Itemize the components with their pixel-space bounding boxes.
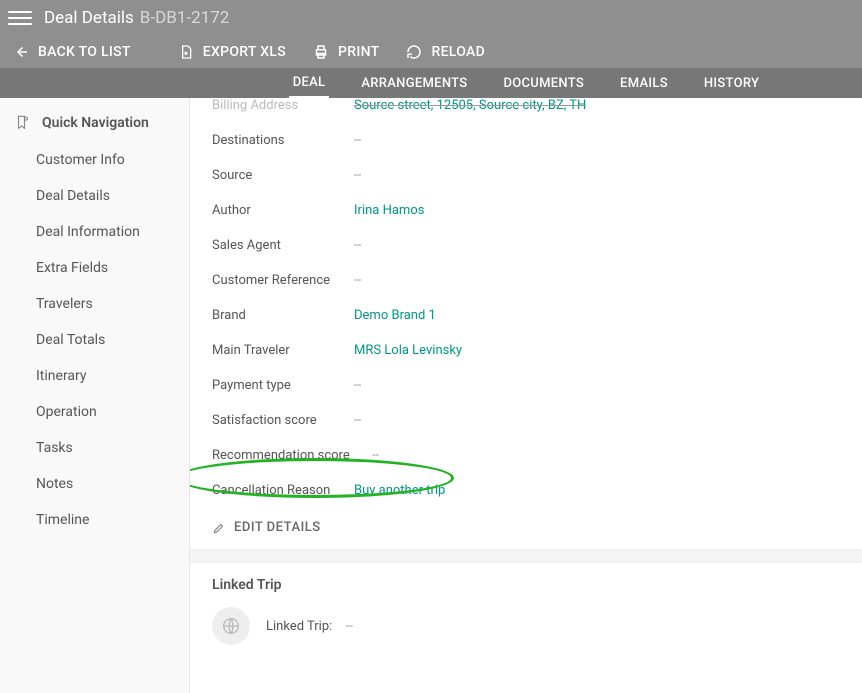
value-source: -- — [354, 168, 361, 183]
tab-bar: DEAL ARRANGEMENTS DOCUMENTS EMAILS HISTO… — [0, 68, 862, 98]
sidebar-item-timeline[interactable]: Timeline — [0, 502, 189, 538]
sidebar-item-customer-info[interactable]: Customer Info — [0, 142, 189, 178]
tab-deal[interactable]: DEAL — [289, 69, 330, 98]
sidebar-item-itinerary[interactable]: Itinerary — [0, 358, 189, 394]
action-bar: BACK TO LIST EXPORT XLS PRINT RELOAD — [0, 36, 862, 68]
back-to-list-button[interactable]: BACK TO LIST — [12, 43, 131, 61]
sidebar-item-travelers[interactable]: Travelers — [0, 286, 189, 322]
deal-id: B-DB1-2172 — [140, 8, 230, 28]
tab-history[interactable]: HISTORY — [700, 70, 763, 97]
row-billing-address: Billing Address Source street, 12505, So… — [212, 98, 840, 123]
print-label: PRINT — [338, 44, 379, 60]
linked-trip-value: -- — [346, 619, 353, 634]
row-author: Author Irina Hamos — [212, 193, 840, 228]
linked-trip-label: Linked Trip: — [266, 619, 332, 634]
row-satisfaction-score: Satisfaction score -- — [212, 403, 840, 438]
row-customer-reference: Customer Reference -- — [212, 263, 840, 298]
export-xls-label: EXPORT XLS — [203, 44, 286, 60]
sidebar-item-operation[interactable]: Operation — [0, 394, 189, 430]
row-destinations: Destinations -- — [212, 123, 840, 158]
reload-icon — [405, 43, 423, 61]
label-author: Author — [212, 203, 354, 218]
value-brand[interactable]: Demo Brand 1 — [354, 308, 436, 323]
linked-trip-title: Linked Trip — [212, 577, 840, 593]
tab-documents[interactable]: DOCUMENTS — [499, 70, 588, 97]
topbar: Deal Details B-DB1-2172 — [0, 0, 862, 36]
value-cancellation-reason[interactable]: Buy another trip — [354, 483, 445, 498]
row-sales-agent: Sales Agent -- — [212, 228, 840, 263]
arrow-left-icon — [12, 43, 30, 61]
row-cancellation-reason: Cancellation Reason Buy another trip — [212, 473, 840, 508]
value-customer-reference: -- — [354, 273, 361, 288]
row-main-traveler: Main Traveler MRS Lola Levinsky — [212, 333, 840, 368]
label-destinations: Destinations — [212, 133, 354, 148]
sidebar-item-tasks[interactable]: Tasks — [0, 430, 189, 466]
bookmark-icon — [14, 114, 32, 132]
label-satisfaction-score: Satisfaction score — [212, 413, 354, 428]
edit-details-label: EDIT DETAILS — [234, 520, 321, 535]
value-destinations: -- — [354, 133, 361, 148]
value-main-traveler[interactable]: MRS Lola Levinsky — [354, 343, 462, 358]
page-title: Deal Details B-DB1-2172 — [44, 8, 229, 28]
details-table: Billing Address Source street, 12505, So… — [212, 98, 840, 508]
label-sales-agent: Sales Agent — [212, 238, 354, 253]
content-pane: Billing Address Source street, 12505, So… — [190, 98, 862, 693]
sidebar-item-deal-details[interactable]: Deal Details — [0, 178, 189, 214]
sidebar: Quick Navigation Customer Info Deal Deta… — [0, 98, 190, 693]
reload-label: RELOAD — [431, 44, 485, 60]
sidebar-heading-label: Quick Navigation — [42, 115, 149, 131]
file-icon — [177, 43, 195, 61]
value-billing-address[interactable]: Source street, 12505, Source city, BZ, T… — [354, 98, 586, 113]
tab-emails[interactable]: EMAILS — [616, 70, 672, 97]
sidebar-heading: Quick Navigation — [0, 114, 189, 142]
back-to-list-label: BACK TO LIST — [38, 44, 131, 60]
sidebar-item-deal-totals[interactable]: Deal Totals — [0, 322, 189, 358]
edit-details-button[interactable]: EDIT DETAILS — [212, 508, 321, 539]
linked-trip-section: Linked Trip Linked Trip: -- — [212, 563, 840, 665]
value-recommendation-score: -- — [372, 448, 379, 463]
label-payment-type: Payment type — [212, 378, 354, 393]
export-xls-button[interactable]: EXPORT XLS — [177, 43, 286, 61]
label-cancellation-reason: Cancellation Reason — [212, 483, 354, 498]
pencil-icon — [212, 521, 226, 535]
section-divider — [190, 549, 862, 563]
label-brand: Brand — [212, 308, 354, 323]
hamburger-menu-icon[interactable] — [8, 6, 32, 30]
sidebar-item-notes[interactable]: Notes — [0, 466, 189, 502]
row-payment-type: Payment type -- — [212, 368, 840, 403]
print-icon — [312, 43, 330, 61]
globe-icon — [212, 607, 250, 645]
linked-trip-row: Linked Trip: -- — [212, 607, 840, 645]
reload-button[interactable]: RELOAD — [405, 43, 485, 61]
value-satisfaction-score: -- — [354, 413, 361, 428]
label-recommendation-score: Recommendation score — [212, 448, 372, 463]
tab-arrangements[interactable]: ARRANGEMENTS — [357, 70, 471, 97]
value-sales-agent: -- — [354, 238, 361, 253]
label-main-traveler: Main Traveler — [212, 343, 354, 358]
sidebar-item-extra-fields[interactable]: Extra Fields — [0, 250, 189, 286]
label-billing-address: Billing Address — [212, 98, 354, 113]
sidebar-item-deal-information[interactable]: Deal Information — [0, 214, 189, 250]
value-author[interactable]: Irina Hamos — [354, 203, 424, 218]
row-source: Source -- — [212, 158, 840, 193]
page-title-text: Deal Details — [44, 8, 134, 28]
row-recommendation-score: Recommendation score -- — [212, 438, 840, 473]
print-button[interactable]: PRINT — [312, 43, 379, 61]
label-customer-reference: Customer Reference — [212, 273, 354, 288]
row-brand: Brand Demo Brand 1 — [212, 298, 840, 333]
value-payment-type: -- — [354, 378, 361, 393]
label-source: Source — [212, 168, 354, 183]
